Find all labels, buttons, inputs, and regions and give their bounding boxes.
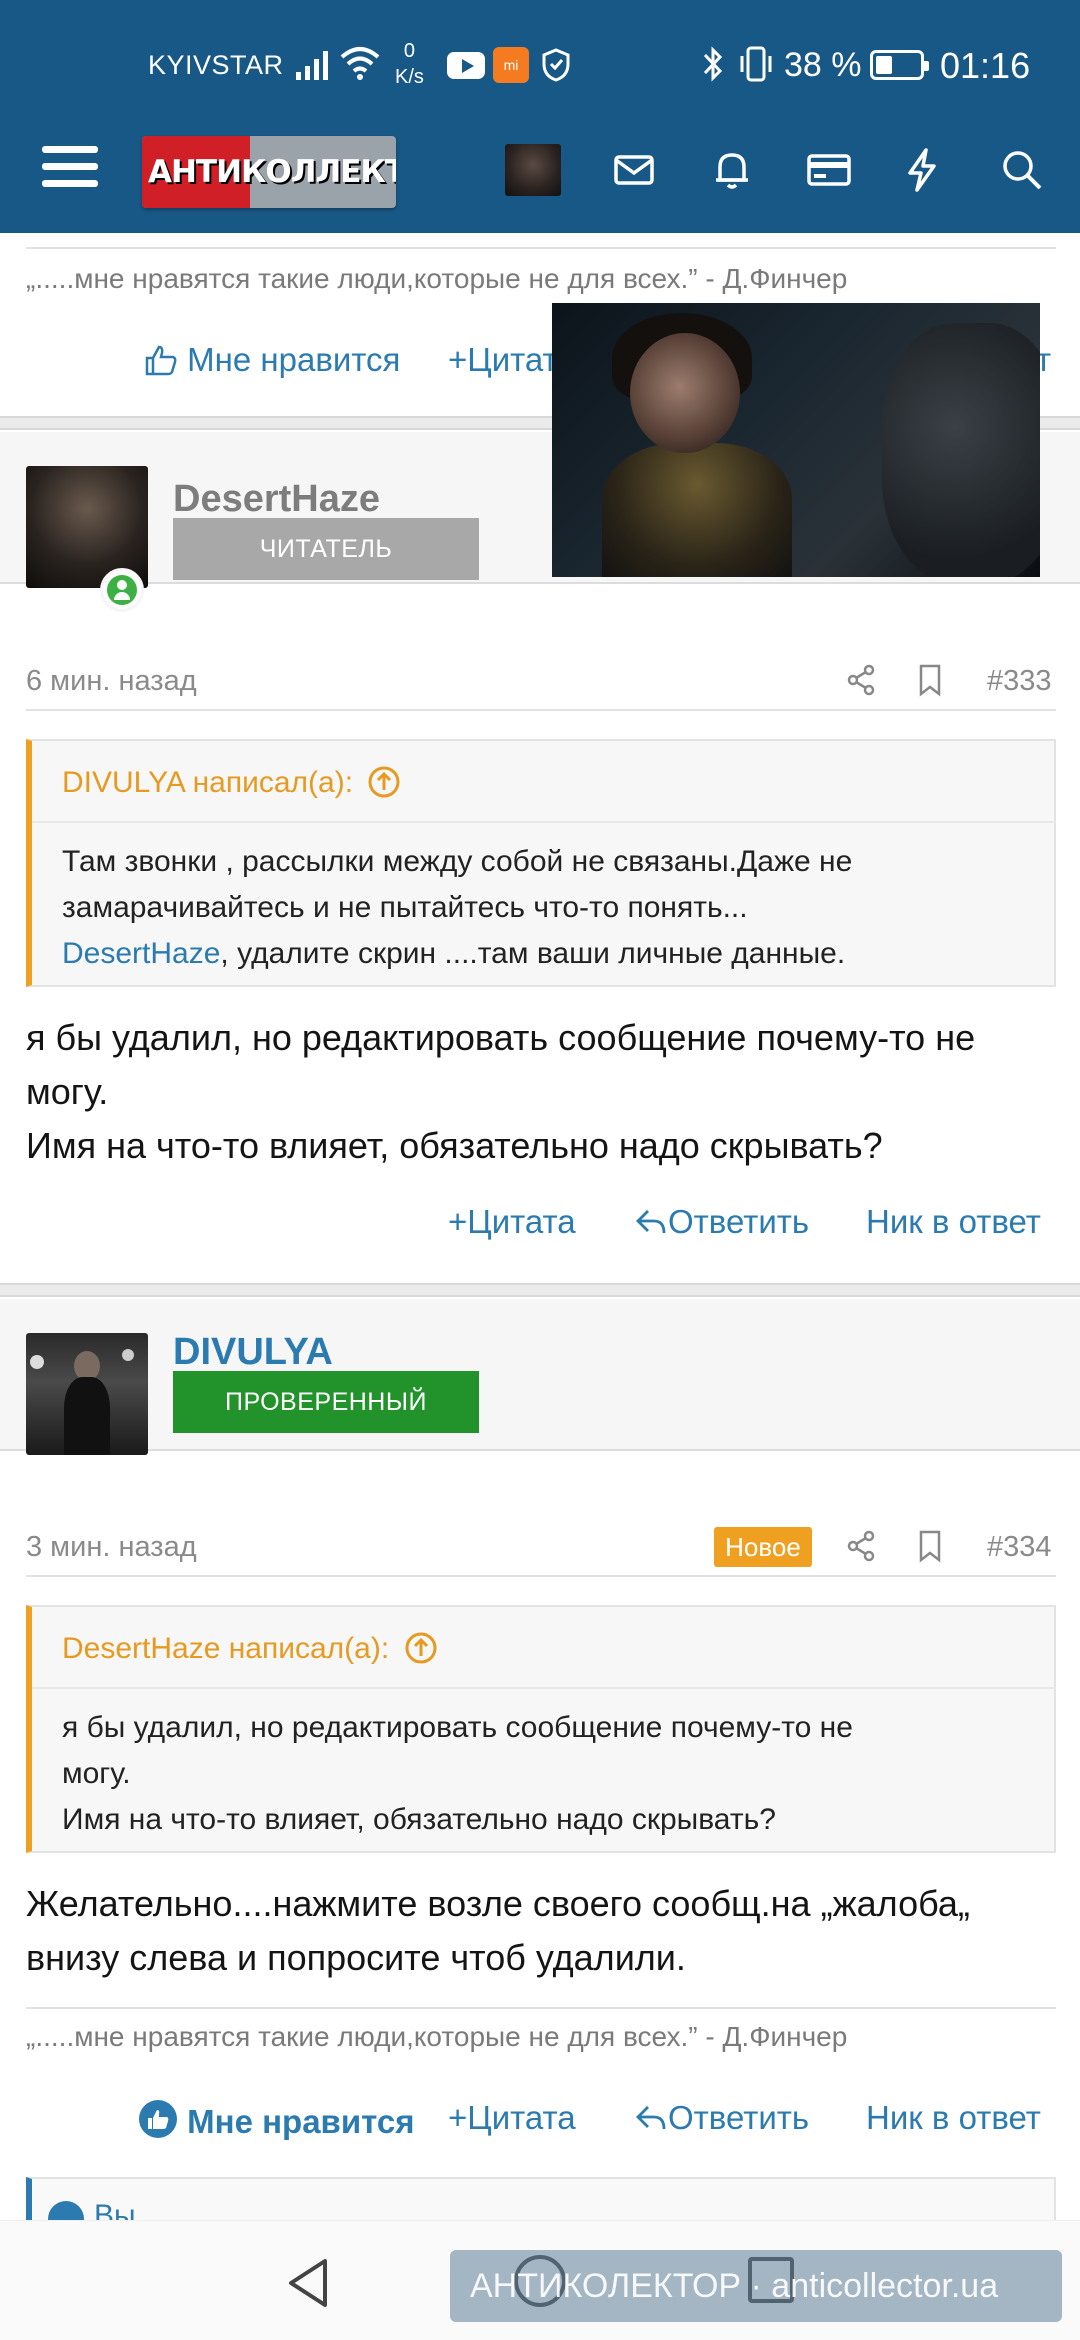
reply-label: Ответить bbox=[668, 1203, 810, 1240]
reply-arrow-icon bbox=[636, 1210, 666, 1234]
bluetooth-icon bbox=[703, 46, 723, 82]
quote-author[interactable]: DesertHaze написал(а): bbox=[62, 1631, 438, 1666]
quote-block: DIVULYA написал(а): Там звонки , рассылк… bbox=[26, 739, 1056, 987]
author-badge: ЧИТАТЕЛЬ bbox=[173, 518, 479, 580]
quote-label: Цитата bbox=[467, 1203, 576, 1240]
network-speed-value: 0 bbox=[403, 40, 416, 62]
plus-icon: + bbox=[448, 1203, 468, 1240]
reply-button[interactable]: Ответить bbox=[634, 2099, 809, 2137]
bookmark-icon[interactable] bbox=[913, 1529, 947, 1563]
wifi-icon bbox=[340, 47, 380, 80]
like-label: Мне нравится bbox=[187, 341, 401, 378]
cellular-signal-icon bbox=[296, 51, 328, 80]
carrier-name: KYIVSTAR bbox=[148, 50, 284, 80]
author-username[interactable]: DIVULYA bbox=[173, 1331, 333, 1374]
like-count-icon bbox=[48, 2201, 84, 2220]
author-username[interactable]: DesertHaze bbox=[173, 478, 380, 521]
post-author-block: DIVULYA ПРОВЕРЕННЫЙ bbox=[0, 1299, 1080, 1455]
quote-author-label: DIVULYA написал(а): bbox=[62, 766, 354, 799]
author-avatar[interactable] bbox=[26, 1333, 148, 1455]
post-signature: „.....мне нравятся такие люди,которые не… bbox=[26, 263, 848, 294]
quote-text: Там звонки , рассылки между собой не свя… bbox=[62, 845, 853, 970]
bookmark-icon[interactable] bbox=[913, 663, 947, 697]
online-status-icon bbox=[100, 568, 144, 612]
quote-author-label: DesertHaze написал(а): bbox=[62, 1632, 390, 1665]
post-time[interactable]: 6 мин. назад bbox=[26, 665, 197, 698]
quote-text: я бы удалил, но редактировать сообщение … bbox=[62, 1711, 853, 1836]
mention-link[interactable]: DesertHaze bbox=[62, 937, 220, 970]
shield-icon bbox=[542, 48, 570, 82]
arrow-up-circle-icon bbox=[405, 1632, 437, 1664]
thumbs-up-icon bbox=[145, 345, 177, 376]
post-message: я бы удалил, но редактировать сообщение … bbox=[26, 1017, 976, 1166]
user-avatar[interactable] bbox=[505, 144, 561, 196]
quote-label: Цитата bbox=[467, 2099, 576, 2136]
battery-percent: 38 % bbox=[784, 46, 862, 84]
card-icon[interactable] bbox=[805, 146, 853, 194]
share-icon[interactable] bbox=[844, 663, 878, 697]
like-label: Мне нравится bbox=[187, 2103, 415, 2140]
top-bar: KYIVSTAR 0 K/s mi 38 % 01:16 АНТИКОЛЛЕКТ bbox=[0, 0, 1080, 233]
thumbs-up-filled-icon bbox=[139, 2100, 177, 2138]
battery-icon bbox=[870, 50, 929, 80]
plus-icon: + bbox=[448, 341, 468, 378]
plus-icon: + bbox=[448, 2099, 468, 2136]
vibrate-icon bbox=[740, 46, 772, 82]
quote-block: DesertHaze написал(а): я бы удалил, но р… bbox=[26, 1605, 1056, 1853]
mail-icon[interactable] bbox=[610, 146, 658, 194]
status-bar: KYIVSTAR 0 K/s mi 38 % 01:16 bbox=[0, 0, 1080, 130]
clock: 01:16 bbox=[940, 45, 1031, 86]
bell-icon[interactable] bbox=[708, 146, 756, 194]
like-button[interactable]: Мне нравится bbox=[138, 2099, 414, 2141]
reply-nick-label: Ник в ответ bbox=[866, 1203, 1041, 1240]
search-icon[interactable] bbox=[998, 146, 1046, 194]
reply-nick-button[interactable]: Ник в ответ bbox=[866, 2099, 1041, 2137]
likes-text: Вы bbox=[94, 2199, 136, 2220]
menu-icon[interactable] bbox=[42, 146, 98, 194]
reply-nick-label: Ник в ответ bbox=[866, 2099, 1041, 2136]
quote-author[interactable]: DIVULYA написал(а): bbox=[62, 765, 401, 800]
post-separator bbox=[0, 1283, 1080, 1297]
arrow-up-circle-icon bbox=[368, 766, 400, 798]
reply-nick-button[interactable]: Ник в ответ bbox=[866, 1203, 1041, 1241]
site-watermark: АНТИКОЛЕКТОР · anticollector.ua bbox=[450, 2250, 1062, 2322]
reply-arrow-icon bbox=[636, 2106, 666, 2130]
video-overlay[interactable] bbox=[552, 303, 1040, 577]
share-icon[interactable] bbox=[844, 1529, 878, 1563]
lightning-icon[interactable] bbox=[898, 146, 946, 194]
youtube-icon bbox=[447, 52, 485, 79]
site-navbar: АНТИКОЛЛЕКТОР bbox=[0, 130, 1080, 233]
new-badge: Новое bbox=[714, 1527, 812, 1567]
post-signature: „.....мне нравятся такие люди,которые не… bbox=[26, 2021, 848, 2052]
post-number[interactable]: #334 bbox=[987, 1531, 1052, 1564]
mi-app-icon: mi bbox=[493, 47, 529, 83]
quote-button[interactable]: +Цитата bbox=[448, 2099, 576, 2137]
like-button[interactable]: Мне нравится bbox=[144, 341, 400, 379]
author-badge: ПРОВЕРЕННЫЙ bbox=[173, 1371, 479, 1433]
post-time[interactable]: 3 мин. назад bbox=[26, 1531, 197, 1564]
back-icon[interactable] bbox=[285, 2257, 333, 2309]
post-message: Желательно....нажмите возле своего сообщ… bbox=[26, 1883, 970, 1978]
network-speed-unit: K/s bbox=[395, 66, 424, 88]
site-logo[interactable]: АНТИКОЛЛЕКТОР bbox=[142, 136, 396, 208]
quote-button[interactable]: +Цитата bbox=[448, 1203, 576, 1241]
likes-bar[interactable]: Вы bbox=[26, 2177, 1056, 2220]
post-number[interactable]: #333 bbox=[987, 665, 1052, 698]
network-speed: 0 K/s bbox=[395, 38, 424, 90]
reply-button[interactable]: Ответить bbox=[634, 1203, 809, 1241]
reply-label: Ответить bbox=[668, 2099, 810, 2136]
site-logo-text: АНТИКОЛЛЕКТОР bbox=[148, 154, 396, 190]
